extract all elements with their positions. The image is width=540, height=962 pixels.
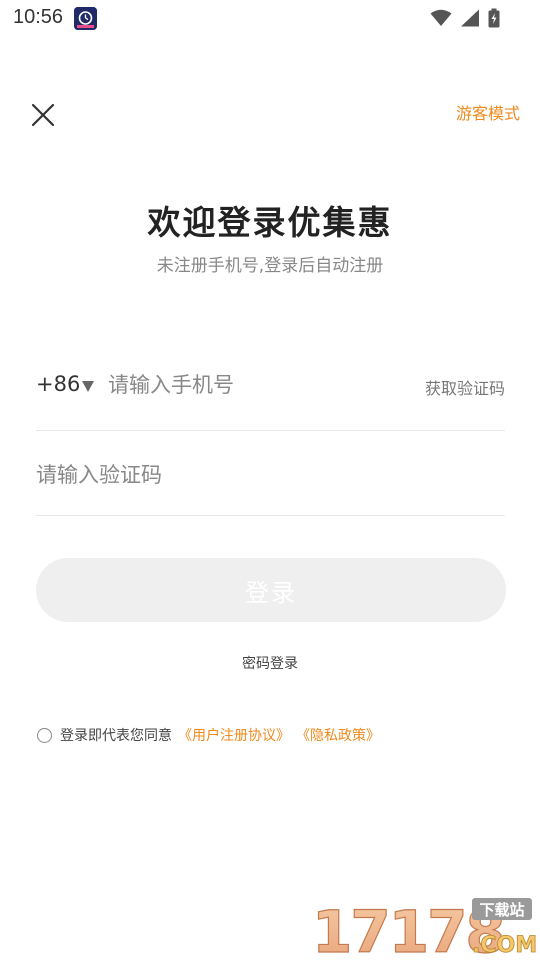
verification-code-input[interactable] xyxy=(36,458,436,492)
triangle-down-icon[interactable] xyxy=(82,381,94,392)
login-button[interactable]: 登录 xyxy=(36,558,506,622)
agree-checkbox[interactable] xyxy=(37,727,52,743)
privacy-policy-link[interactable]: 《隐私政策》 xyxy=(296,725,380,745)
get-code-button[interactable]: 获取验证码 xyxy=(425,375,505,399)
page-subtitle: 未注册手机号,登录后自动注册 xyxy=(156,256,384,276)
status-time: 10:56 xyxy=(13,6,64,28)
phone-row: +86 获取验证码 xyxy=(36,362,505,431)
code-row xyxy=(36,448,505,516)
agreement-row: 登录即代表您同意 《用户注册协议》 《隐私政策》 xyxy=(37,724,380,746)
agreement-prefix: 登录即代表您同意 xyxy=(60,728,172,744)
signal-icon xyxy=(461,9,479,27)
site-watermark: 17178 下载站 .COM xyxy=(311,896,538,962)
guest-mode-button[interactable]: 游客模式 xyxy=(456,100,520,124)
close-button[interactable] xyxy=(28,100,58,130)
phone-input[interactable] xyxy=(108,368,398,402)
password-login-row: 密码登录 xyxy=(0,653,540,673)
page-title: 欢迎登录优集惠 xyxy=(147,203,393,242)
status-bar: 10:56 xyxy=(0,0,540,36)
watermark-suffix: .COM xyxy=(472,933,537,958)
password-login-link[interactable]: 密码登录 xyxy=(242,656,298,672)
battery-charging-icon xyxy=(488,8,500,28)
close-icon xyxy=(31,103,55,127)
wifi-icon xyxy=(430,9,452,26)
country-code-selector[interactable]: +86 xyxy=(36,372,80,396)
app-notification-icon xyxy=(74,7,97,30)
user-agreement-link[interactable]: 《用户注册协议》 xyxy=(178,725,290,745)
watermark-tag: 下载站 xyxy=(479,901,524,919)
